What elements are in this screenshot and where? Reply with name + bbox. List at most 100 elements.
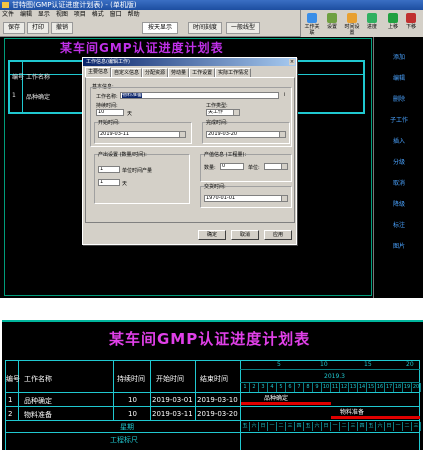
task-bar-1[interactable] [241,402,331,405]
save-button[interactable]: 保存 [3,22,25,34]
duration-label: 持续时间: [96,103,118,109]
weekday-cell: 五 [241,422,250,431]
menu-edit[interactable]: 编辑 [20,11,32,18]
menu-view[interactable]: 视图 [56,11,68,18]
row-divider [5,420,420,421]
day-cell: 4 [268,383,277,392]
weekday-cell: 日 [322,422,331,431]
name-picker-icon[interactable]: i [284,92,285,98]
progress-label: 进度 [366,24,377,30]
weekday-cell: 六 [250,422,259,431]
move-up-button[interactable]: 上移 [385,12,401,34]
side-subtask[interactable]: 子工作 [382,114,416,128]
menu-help[interactable]: 帮助 [128,11,140,18]
start-date-field[interactable]: 2019-03-11 [98,131,186,138]
unit-select[interactable] [264,163,288,170]
cancel-button[interactable]: 取消 [231,230,259,240]
name-field[interactable]: 物料准备 [120,92,279,99]
row2-name[interactable]: 物料准备 [24,410,52,420]
unit-label: 单位: [248,165,260,171]
row1-name[interactable]: 品种确定 [24,396,52,406]
type-select[interactable]: 关工作 [206,109,240,116]
end-date-field[interactable]: 2019-03-20 [206,131,286,138]
side-annotate[interactable]: 标注 [382,219,416,233]
print-button[interactable]: 打印 [27,22,49,34]
gear-icon [327,13,337,23]
deliver-date-field[interactable]: 1970-01-01 [204,195,288,202]
arrow-down-icon [406,13,416,23]
arrow-up-icon [388,13,398,23]
time-settings-button[interactable]: 时间设置 [343,12,361,36]
top-row1-no: 1 [12,92,16,99]
scale-label: 工程标尺 [110,436,138,444]
line-style-button[interactable]: 一般线型 [226,22,260,34]
timescale-button[interactable]: 时间刻度 [188,22,222,34]
tab-work-settings[interactable]: 工作设置 [189,68,216,77]
settings-button[interactable]: 设置 [323,12,341,34]
top-row1-name[interactable]: 品种确定 [26,92,50,101]
tab-labor[interactable]: 劳动量 [168,68,190,77]
menu-display[interactable]: 显示 [38,11,50,18]
dialog-close-icon[interactable]: × [289,59,295,65]
output-time-field[interactable]: 1 [98,179,120,186]
side-edit[interactable]: 编辑 [382,72,416,86]
time-settings-label: 时间设置 [344,24,360,36]
end-date-value: 2019-03-20 [208,131,238,137]
top-col-name: 工作名称 [26,74,51,81]
weekday-cell: 二 [403,422,412,431]
move-down-button[interactable]: 下移 [403,12,419,34]
day-row: 1 2 3 4 5 6 7 8 9 10 11 12 13 14 15 16 1… [240,382,421,392]
menu-format[interactable]: 格式 [92,11,104,18]
deliver-date-value: 1970-01-01 [206,195,236,201]
qty-field[interactable]: 0 [220,163,244,170]
tick-label: 20 [406,361,414,368]
ok-button[interactable]: 确定 [198,230,226,240]
row-divider [5,432,420,433]
menu-window[interactable]: 窗口 [110,11,122,18]
qty-label: 数量: [204,165,216,171]
menu-file[interactable]: 文件 [2,11,14,18]
main-toolbar: 保存 打印 撤销 按天显示 时间刻度 一般线型 [0,19,300,37]
undo-button[interactable]: 撤销 [51,22,73,34]
dialog-tabs: 主要信息 自定义信息 分配资源 劳动量 工作设置 实际工作情况 [85,67,252,77]
weekday-cell: 三 [286,422,295,431]
side-demote[interactable]: 降级 [382,198,416,212]
side-delete[interactable]: 删除 [382,93,416,107]
task-bar-2[interactable] [331,416,420,419]
weekday-cell: 日 [259,422,268,431]
day-cell: 16 [376,383,385,392]
tab-custom-info[interactable]: 自定义信息 [111,68,143,77]
product-group-label: 产值信息 (工程量): [204,152,247,158]
side-level[interactable]: 分级 [382,156,416,170]
app-icon [2,2,9,8]
tab-resources[interactable]: 分配资源 [142,68,169,77]
progress-button[interactable]: 进度 [363,12,381,34]
tab-main-info[interactable]: 主要信息 [85,67,112,77]
clock-icon [347,13,357,23]
duration-field[interactable]: 10 [96,109,124,116]
row2-no: 2 [8,410,13,418]
tick-label: 5 [277,361,281,368]
apply-button[interactable]: 应用 [264,230,292,240]
row2-start: 2019-03-11 [152,410,193,418]
col-divider [240,360,241,450]
zoom-select[interactable]: 按天显示 [142,22,178,34]
weekday-cell: 三 [412,422,421,431]
output-time-unit: 天 [122,181,128,187]
menu-project[interactable]: 项目 [74,11,86,18]
row2-duration: 10 [128,410,137,418]
tab-actual-work[interactable]: 实际工作情况 [215,68,252,77]
start-label: 开始时间: [98,120,120,126]
output-qty-field[interactable]: 1 [98,166,120,173]
weekday-cell: 四 [295,422,304,431]
side-add[interactable]: 添加 [382,51,416,65]
row1-start: 2019-03-01 [152,396,193,404]
side-cancel[interactable]: 取消 [382,177,416,191]
chevron-down-icon [279,132,285,137]
day-cell: 12 [340,383,349,392]
side-picture[interactable]: 图片 [382,240,416,254]
row1-end: 2019-03-10 [197,396,238,404]
weekday-cell: 五 [304,422,313,431]
side-insert[interactable]: 插入 [382,135,416,149]
link-work-button[interactable]: 工作关联 [303,12,321,36]
